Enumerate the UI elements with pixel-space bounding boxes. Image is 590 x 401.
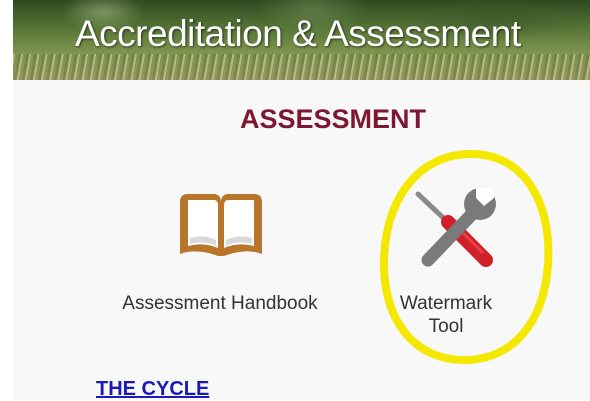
assessment-handbook-label: Assessment Handbook	[122, 293, 318, 314]
banner-title: Accreditation & Assessment	[75, 13, 521, 54]
highlight-circle	[379, 149, 553, 365]
header-banner: Accreditation & Assessment	[13, 0, 590, 80]
banner-grass-image	[13, 54, 590, 80]
the-cycle-link[interactable]: THE CYCLE	[96, 378, 209, 401]
book-icon	[180, 194, 262, 256]
section-title: ASSESSMENT	[239, 104, 427, 134]
assessment-handbook-link[interactable]: Assessment Handbook	[100, 180, 340, 320]
